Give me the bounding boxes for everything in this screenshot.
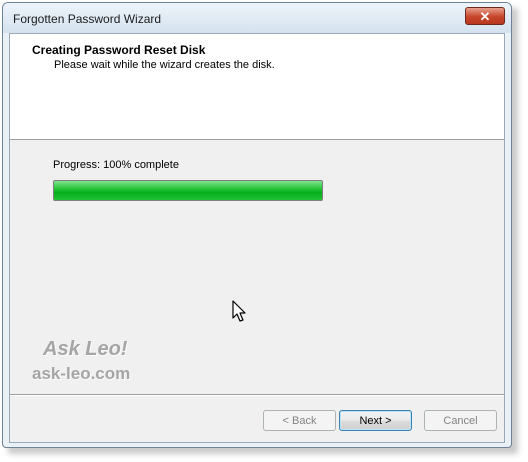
window-title: Forgotten Password Wizard <box>13 12 162 26</box>
wizard-body: Creating Password Reset Disk Please wait… <box>9 33 505 443</box>
next-button[interactable]: Next > <box>339 410 412 431</box>
page-subtitle: Please wait while the wizard creates the… <box>54 59 275 71</box>
progress-bar-fill <box>54 181 322 200</box>
back-button[interactable]: < Back <box>263 410 336 431</box>
mouse-pointer-icon <box>232 300 246 322</box>
watermark-url: ask-leo.com <box>32 364 131 383</box>
close-icon: ✕ <box>479 8 491 24</box>
button-divider <box>10 394 504 396</box>
progress-label: Progress: 100% complete <box>53 159 179 171</box>
close-button[interactable]: ✕ <box>465 7 505 25</box>
title-bar[interactable]: Forgotten Password Wizard ✕ <box>3 3 511 33</box>
wizard-header: Creating Password Reset Disk Please wait… <box>10 34 504 140</box>
wizard-window: Forgotten Password Wizard ✕ Creating Pas… <box>2 2 512 448</box>
watermark-logo: Ask Leo! <box>43 338 128 360</box>
cancel-button[interactable]: Cancel <box>424 410 497 431</box>
page-title: Creating Password Reset Disk <box>32 43 206 57</box>
progress-bar <box>53 180 323 201</box>
